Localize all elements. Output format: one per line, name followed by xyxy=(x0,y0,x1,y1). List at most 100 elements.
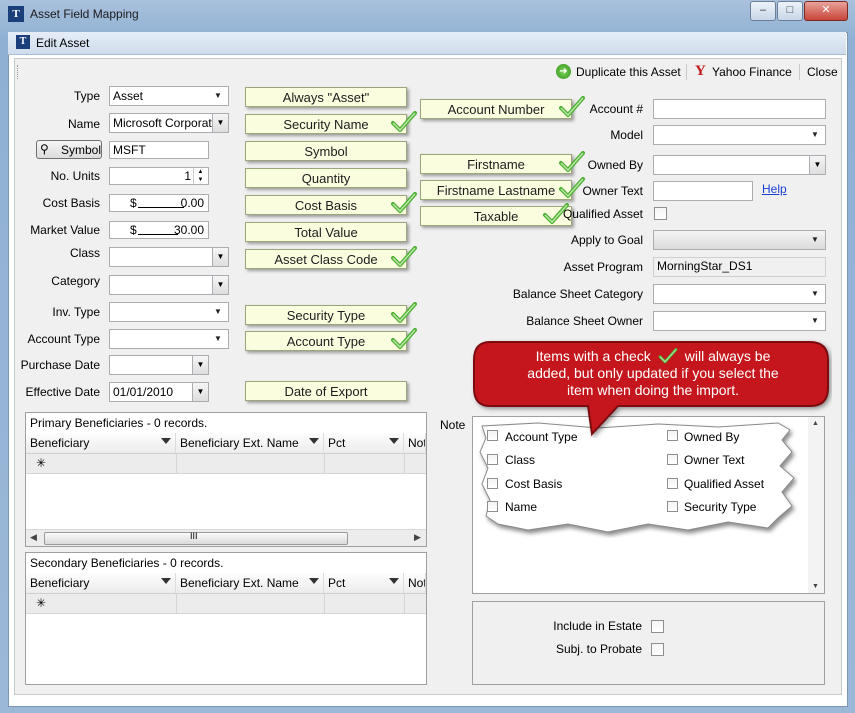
check-icon xyxy=(391,328,417,349)
symbol-lookup-button[interactable]: ⚲ Symbol xyxy=(36,140,102,159)
subj-to-probate-label: Subj. to Probate xyxy=(555,642,642,656)
scroll-left-icon[interactable]: ◀ xyxy=(30,532,37,543)
type-select[interactable]: Asset ▼ xyxy=(109,86,229,106)
horizontal-scrollbar[interactable]: ◀ III ▶ xyxy=(26,529,426,546)
new-row-icon: ✳ xyxy=(36,596,47,610)
include-in-estate-checkbox[interactable] xyxy=(651,620,664,633)
vertical-scrollbar[interactable]: ▲ ▼ xyxy=(808,417,824,593)
column-header[interactable]: Beneficiary Ext. Name xyxy=(176,573,324,593)
inv-type-label: Inv. Type xyxy=(52,305,100,319)
model-label: Model xyxy=(610,128,643,142)
callout-line-1-after: will always be xyxy=(684,348,771,364)
units-stepper[interactable]: 1 ▲ ▼ xyxy=(109,167,209,185)
model-select[interactable]: ▼ xyxy=(653,125,826,145)
cell-divider xyxy=(324,454,325,473)
class-checkbox[interactable] xyxy=(487,454,498,465)
account-no-input[interactable] xyxy=(653,99,826,119)
subj-to-probate-checkbox[interactable] xyxy=(651,643,664,656)
include-in-estate-label: Include in Estate xyxy=(553,619,642,633)
filter-icon[interactable] xyxy=(161,438,171,444)
category-combo[interactable]: ▼ xyxy=(109,275,229,295)
maximize-button[interactable]: □ xyxy=(777,1,803,21)
close-editor-button[interactable]: Close xyxy=(807,65,838,79)
security-type-checkbox[interactable] xyxy=(667,501,678,512)
purchase-date-label: Purchase Date xyxy=(20,358,100,372)
purchase-date-picker[interactable]: ▼ xyxy=(109,355,209,375)
minimize-button[interactable]: – xyxy=(750,1,776,21)
name-checkbox[interactable] xyxy=(487,501,498,512)
grid-header: Beneficiary Beneficiary Ext. Name Pct No… xyxy=(26,433,426,454)
class-label: Class xyxy=(69,246,100,260)
calendar-dropdown-icon[interactable]: ▼ xyxy=(192,383,208,401)
account-no-label: Account # xyxy=(589,102,643,116)
duplicate-asset-button[interactable]: Duplicate this Asset xyxy=(576,65,681,79)
symbol-input[interactable]: MSFT xyxy=(109,141,209,159)
stepper-down-icon[interactable]: ▼ xyxy=(193,176,207,184)
type-value: Asset xyxy=(113,89,144,103)
close-window-button[interactable]: ✕ xyxy=(804,1,848,21)
column-header[interactable]: Pct xyxy=(324,433,404,453)
option-label: Cost Basis xyxy=(505,477,563,491)
filter-icon[interactable] xyxy=(309,578,319,584)
callout-line-3: item when doing the import. xyxy=(567,382,739,398)
cost-basis-input[interactable]: $ 0.00 xyxy=(109,194,209,212)
column-header[interactable]: Beneficiary xyxy=(26,573,176,593)
option-label: Class xyxy=(505,453,536,467)
chevron-down-icon[interactable]: ▼ xyxy=(212,248,228,266)
option-label: Name xyxy=(505,500,538,514)
new-row[interactable]: ✳ xyxy=(26,454,426,474)
qualified-asset-update-checkbox[interactable] xyxy=(667,478,678,489)
scroll-down-icon[interactable]: ▼ xyxy=(812,583,819,590)
qualified-asset-checkbox[interactable] xyxy=(654,207,667,220)
market-value-input[interactable]: $ 30.00 xyxy=(109,221,209,239)
owned-by-combo[interactable]: ▼ xyxy=(653,155,826,175)
balance-sheet-category-select[interactable]: ▼ xyxy=(653,284,826,304)
column-header[interactable]: Beneficiary Ext. Name xyxy=(176,433,324,453)
editor-icon: T xyxy=(16,35,30,49)
chevron-down-icon[interactable]: ▼ xyxy=(212,114,228,132)
filter-icon[interactable] xyxy=(309,438,319,444)
effective-date-picker[interactable]: 01/01/2010 ▼ xyxy=(109,382,209,402)
scroll-right-icon[interactable]: ▶ xyxy=(414,532,421,543)
mapping-account-number: Account Number xyxy=(420,99,572,119)
owner-text-input[interactable] xyxy=(653,181,753,201)
check-icon xyxy=(658,348,678,364)
column-header-label: Note xyxy=(408,576,425,590)
category-label: Category xyxy=(51,274,100,288)
chevron-down-icon[interactable]: ▼ xyxy=(212,276,228,294)
account-type-select[interactable]: ▼ xyxy=(109,329,229,349)
asset-program-label: Asset Program xyxy=(563,260,643,274)
apply-to-goal-select[interactable]: ▼ xyxy=(653,230,826,250)
owner-text-checkbox[interactable] xyxy=(667,454,678,465)
column-header[interactable]: Note xyxy=(404,573,426,593)
filter-icon[interactable] xyxy=(389,578,399,584)
mask-underline xyxy=(138,207,184,208)
chevron-down-icon: ▼ xyxy=(214,91,222,100)
app-logo-icon: T xyxy=(8,6,24,22)
mapping-units: Quantity xyxy=(245,168,407,188)
effective-date-label: Effective Date xyxy=(25,385,100,399)
currency-symbol: $ xyxy=(130,196,137,210)
chevron-down-icon[interactable]: ▼ xyxy=(809,156,825,174)
yahoo-icon: Y xyxy=(695,63,706,79)
account-type-label: Account Type xyxy=(27,332,101,346)
inv-type-select[interactable]: ▼ xyxy=(109,302,229,322)
balance-sheet-owner-select[interactable]: ▼ xyxy=(653,311,826,331)
cell-divider xyxy=(404,454,405,473)
cost-basis-checkbox[interactable] xyxy=(487,478,498,489)
filter-icon[interactable] xyxy=(389,438,399,444)
new-row[interactable]: ✳ xyxy=(26,594,426,614)
column-header[interactable]: Beneficiary xyxy=(26,433,176,453)
class-combo[interactable]: ▼ xyxy=(109,247,229,267)
help-link[interactable]: Help xyxy=(762,182,787,196)
name-combo[interactable]: Microsoft Corporati ▼ xyxy=(109,113,229,133)
column-header[interactable]: Note xyxy=(404,433,426,453)
mapping-cost-basis: Cost Basis xyxy=(245,195,407,215)
column-header[interactable]: Pct xyxy=(324,573,404,593)
filter-icon[interactable] xyxy=(161,578,171,584)
stepper-up-icon[interactable]: ▲ xyxy=(193,168,207,176)
mapping-type: Always "Asset" xyxy=(245,87,407,107)
mapping-effective-date: Date of Export xyxy=(245,381,407,401)
yahoo-finance-button[interactable]: Yahoo Finance xyxy=(712,65,792,79)
calendar-dropdown-icon[interactable]: ▼ xyxy=(192,356,208,374)
